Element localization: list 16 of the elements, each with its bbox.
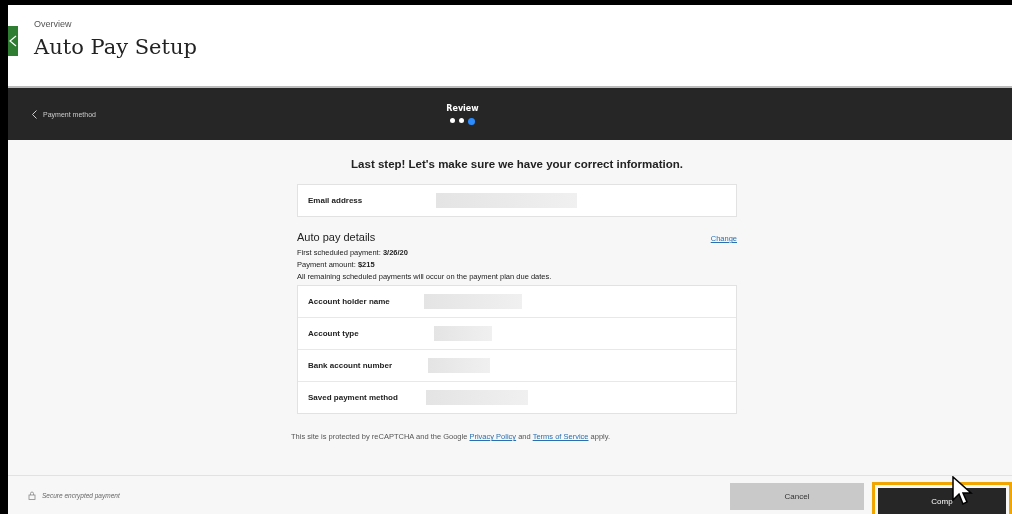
cancel-button[interactable]: Cancel — [730, 482, 864, 510]
page-title: Auto Pay Setup — [34, 35, 198, 59]
field-label: Email address — [308, 196, 364, 205]
redacted-bar — [434, 326, 492, 341]
field-label: Saved payment method — [308, 393, 399, 402]
section-title: Auto pay details — [297, 231, 376, 243]
step-title: Review — [446, 103, 479, 113]
field-label: Account holder name — [308, 297, 391, 306]
field-label: Bank account number — [308, 361, 393, 370]
review-heading: Last step! Let's make sure we have your correct information. — [350, 158, 684, 170]
chevron-left-icon — [32, 109, 37, 119]
breadcrumb-link[interactable]: Overview — [34, 19, 1012, 29]
redacted-bar — [428, 358, 490, 373]
complete-button[interactable]: Comp — [878, 488, 1006, 514]
field-label: Account type — [308, 329, 360, 338]
lock-icon — [28, 490, 36, 500]
